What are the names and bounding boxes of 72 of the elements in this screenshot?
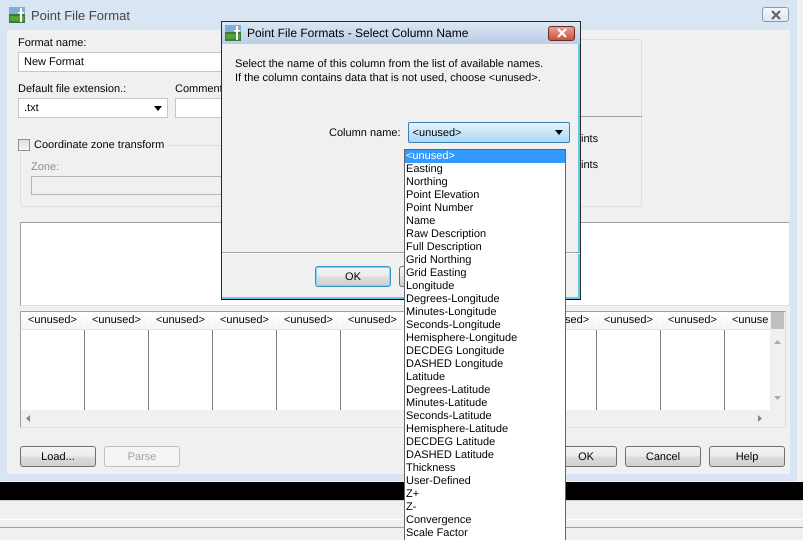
button[interactable]: Help bbox=[709, 446, 785, 467]
scroll-down-icon bbox=[774, 396, 781, 400]
column-name-dropdown[interactable]: <unused> bbox=[408, 122, 570, 143]
scroll-up-icon bbox=[774, 340, 781, 344]
column-header[interactable]: <unused> bbox=[277, 312, 341, 329]
close-button[interactable] bbox=[548, 26, 575, 40]
list-item[interactable]: Grid Easting bbox=[405, 267, 565, 280]
list-item[interactable]: Point Number bbox=[405, 202, 565, 215]
list-item[interactable]: Northing bbox=[405, 176, 565, 189]
close-icon bbox=[770, 10, 782, 20]
list-item[interactable]: Seconds-Longitude bbox=[405, 319, 565, 332]
list-item[interactable]: Hemisphere-Longitude bbox=[405, 332, 565, 345]
list-item[interactable]: Z+ bbox=[405, 488, 565, 501]
list-item[interactable]: Point Elevation bbox=[405, 189, 565, 202]
column-header[interactable]: <unused> bbox=[661, 312, 725, 329]
button[interactable]: OK bbox=[563, 446, 617, 467]
column-header[interactable]: <unused> bbox=[85, 312, 149, 329]
button[interactable]: Cancel bbox=[625, 446, 701, 467]
list-item[interactable]: DASHED Latitude bbox=[405, 449, 565, 462]
dropdown-arrow-icon bbox=[554, 130, 563, 135]
list-item[interactable]: Grid Northing bbox=[405, 254, 565, 267]
column-header[interactable]: <unused> bbox=[149, 312, 213, 329]
file-extension-dropdown[interactable]: .txt bbox=[18, 98, 168, 118]
ok-button[interactable]: OK bbox=[315, 266, 391, 287]
checkbox-label: Coordinate zone transform bbox=[34, 138, 164, 152]
list-item[interactable]: Raw Description bbox=[405, 228, 565, 241]
list-item[interactable]: Minutes-Latitude bbox=[405, 397, 565, 410]
list-item[interactable]: Name bbox=[405, 215, 565, 228]
column-header[interactable]: <unuse bbox=[725, 312, 770, 329]
list-item[interactable]: Hemisphere-Latitude bbox=[405, 423, 565, 436]
file-extension-label: Default file extension.: bbox=[18, 82, 128, 96]
list-item[interactable]: Scale Factor bbox=[405, 527, 565, 540]
app-icon bbox=[225, 25, 241, 41]
option-label: ints bbox=[581, 158, 600, 172]
dropdown-arrow-icon bbox=[154, 106, 162, 110]
list-item[interactable]: Thickness bbox=[405, 462, 565, 475]
column-header[interactable]: <unused> bbox=[21, 312, 85, 329]
scroll-right-icon bbox=[758, 415, 762, 422]
list-item[interactable]: Minutes-Longitude bbox=[405, 306, 565, 319]
list-item[interactable]: Convergence bbox=[405, 514, 565, 527]
window-title: Point File Format bbox=[31, 8, 130, 22]
close-button[interactable] bbox=[762, 7, 789, 22]
list-item[interactable]: Easting bbox=[405, 163, 565, 176]
option-label: ints bbox=[581, 132, 600, 146]
column-name-label: Column name: bbox=[329, 126, 401, 140]
app-icon bbox=[9, 7, 25, 23]
list-item[interactable]: DASHED Longitude bbox=[405, 358, 565, 371]
scrollbar-thumb[interactable] bbox=[771, 312, 784, 329]
format-name-field[interactable]: New Format bbox=[18, 52, 223, 72]
list-item[interactable]: Seconds-Latitude bbox=[405, 410, 565, 423]
list-item[interactable]: Latitude bbox=[405, 371, 565, 384]
list-item[interactable]: Full Description bbox=[405, 241, 565, 254]
list-item[interactable]: DECDEG Longitude bbox=[405, 345, 565, 358]
list-item[interactable]: User-Defined bbox=[405, 475, 565, 488]
instruction-text: If the column contains data that is not used, choose <unused>. bbox=[235, 71, 542, 85]
zone-label: Zone: bbox=[31, 160, 60, 174]
list-item[interactable]: Z- bbox=[405, 501, 565, 514]
comment-label: Comment bbox=[175, 82, 224, 96]
column-header[interactable]: <unused> bbox=[213, 312, 277, 329]
instruction-text: Select the name of this column from the list of available names. bbox=[235, 57, 544, 71]
checkbox[interactable] bbox=[18, 139, 30, 151]
scroll-left-icon bbox=[26, 415, 30, 422]
column-header[interactable]: <unused> bbox=[597, 312, 661, 329]
format-name-label: Format name: bbox=[18, 36, 88, 50]
list-item[interactable]: Degrees-Longitude bbox=[405, 293, 565, 306]
vertical-scrollbar[interactable] bbox=[770, 312, 785, 427]
list-item[interactable]: Longitude bbox=[405, 280, 565, 293]
dialog-title: Point File Formats - Select Column Name bbox=[247, 26, 468, 40]
close-icon bbox=[556, 28, 568, 38]
button[interactable]: Load... bbox=[20, 446, 96, 467]
list-item[interactable]: DECDEG Latitude bbox=[405, 436, 565, 449]
list-item[interactable]: Degrees-Latitude bbox=[405, 384, 565, 397]
